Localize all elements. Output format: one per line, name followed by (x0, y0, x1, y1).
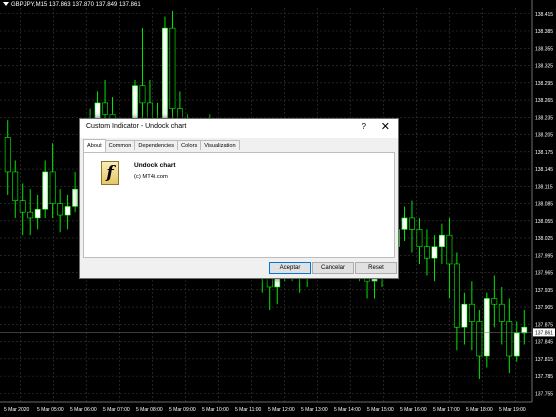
help-button[interactable]: ? (362, 122, 366, 131)
price-tick-label: 138.055 (535, 219, 553, 225)
time-tick-label: 5 Mar 18:00 (466, 407, 493, 413)
candle-body-bull (513, 332, 520, 357)
candle-body-bear (19, 200, 26, 213)
indicator-copyright: (c) MT4i.com (134, 174, 168, 180)
dialog-titlebar[interactable]: Custom Indicator - Undock chart ? ✕ (80, 119, 398, 138)
dropdown-arrow-icon[interactable] (3, 2, 9, 7)
indicator-name: Undock chart (134, 162, 176, 169)
custom-indicator-dialog: Custom Indicator - Undock chart ? ✕ Abou… (79, 118, 399, 279)
candle-body-bear (4, 137, 11, 173)
price-tick-label: 138.145 (535, 167, 553, 173)
price-tick-label: 138.235 (535, 115, 553, 121)
time-tick-label: 5 Mar 09:00 (169, 407, 196, 413)
candle-body-bear (446, 234, 453, 265)
time-tick-label: 5 Mar 15:00 (367, 407, 394, 413)
candle-body-bear (139, 85, 146, 104)
time-tick-label: 5 Mar 06:00 (70, 407, 97, 413)
price-tick-label: 138.115 (535, 184, 553, 190)
price-tick-label: 138.295 (535, 81, 553, 87)
candle-body-bear (468, 303, 475, 322)
candle-body-bear (49, 171, 56, 204)
price-tick-label: 137.965 (535, 271, 553, 277)
candle-body-bear (102, 102, 108, 115)
candle-body-bull (64, 206, 71, 216)
tab-colors[interactable]: Colors (177, 140, 202, 150)
close-button[interactable]: ✕ (381, 120, 390, 133)
candle-body-bull (431, 246, 438, 259)
reset-button[interactable]: Reset (355, 262, 397, 274)
time-tick-label: 5 Mar 2020 (4, 407, 30, 413)
time-tick-label: 5 Mar 13:00 (301, 407, 328, 413)
price-tick-label: 138.355 (535, 46, 553, 52)
about-panel: f Undock chart (c) MT4i.com (83, 152, 395, 258)
candle-body-bear (424, 246, 430, 259)
candle-body-bear (57, 203, 64, 216)
price-tick-label: 138.205 (535, 133, 553, 139)
price-tick-label: 138.415 (535, 12, 553, 18)
current-price-label: 137.861 (535, 330, 553, 336)
tab-about[interactable]: About (83, 139, 106, 152)
price-tick-label: 138.325 (535, 64, 553, 70)
dialog-title: Custom Indicator - Undock chart (86, 123, 187, 130)
cancel-button[interactable]: Cancelar (312, 262, 354, 274)
candle-body-bear (498, 303, 505, 322)
candle-body-bull (521, 326, 528, 334)
candle-body-bear (476, 321, 483, 357)
dialog-tabs: About Common Dependencies Colors Visuali… (83, 139, 240, 152)
price-tick-label: 137.845 (535, 340, 553, 346)
time-tick-label: 5 Mar 14:00 (334, 407, 361, 413)
symbol-info-text: GBPJPY,M15 137.863 137.870 137.849 137.8… (11, 2, 141, 8)
candle-body-bull (34, 209, 41, 219)
time-tick-label: 5 Mar 07:00 (103, 407, 130, 413)
candle-body-bull (162, 27, 168, 121)
candle-body-bear (169, 27, 176, 109)
time-tick-label: 5 Mar 08:00 (136, 407, 163, 413)
candle-body-bull (438, 234, 445, 248)
chart-symbol-info: GBPJPY,M15 137.863 137.870 137.849 137.8… (3, 2, 141, 8)
tab-common[interactable]: Common (104, 140, 136, 150)
price-tick-label: 138.265 (535, 98, 553, 104)
ok-button[interactable]: Aceptar (269, 262, 311, 274)
candle-body-bull (401, 217, 408, 230)
price-tick-label: 138.175 (535, 150, 553, 156)
price-tick-label: 137.875 (535, 322, 553, 328)
indicator-function-icon: f (101, 161, 119, 185)
candle-body-bull (483, 298, 490, 357)
candle-body-bear (27, 211, 34, 219)
price-tick-label: 138.385 (535, 29, 553, 35)
time-tick-label: 5 Mar 19:00 (499, 407, 526, 413)
candle-body-bear (409, 217, 415, 230)
price-tick-label: 137.935 (535, 288, 553, 294)
time-tick-label: 5 Mar 10:00 (202, 407, 229, 413)
time-tick-label: 5 Mar 17:00 (433, 407, 460, 413)
time-tick-label: 5 Mar 05:00 (37, 407, 64, 413)
candle-body-bull (72, 188, 79, 207)
time-tick-label: 5 Mar 16:00 (400, 407, 427, 413)
price-tick-label: 137.785 (535, 374, 553, 380)
time-tick-label: 5 Mar 11:00 (235, 407, 262, 413)
candle-body-bear (453, 263, 460, 328)
price-tick-label: 138.085 (535, 202, 553, 208)
candle-body-bear (416, 229, 423, 248)
tab-visualization[interactable]: Visualization (200, 140, 240, 150)
price-tick-label: 137.815 (535, 357, 553, 363)
candle-body-bear (506, 321, 513, 357)
candle-body-bear (12, 171, 19, 201)
candle-body-bull (42, 171, 49, 210)
candle-body-bull (461, 303, 468, 328)
price-tick-label: 138.025 (535, 236, 553, 242)
price-tick-label: 137.995 (535, 253, 553, 259)
candle-body-bear (491, 298, 498, 305)
tab-dependencies[interactable]: Dependencies (134, 140, 179, 150)
time-tick-label: 5 Mar 12:00 (268, 407, 295, 413)
price-tick-label: 137.905 (535, 305, 553, 311)
price-tick-label: 137.755 (535, 391, 553, 397)
